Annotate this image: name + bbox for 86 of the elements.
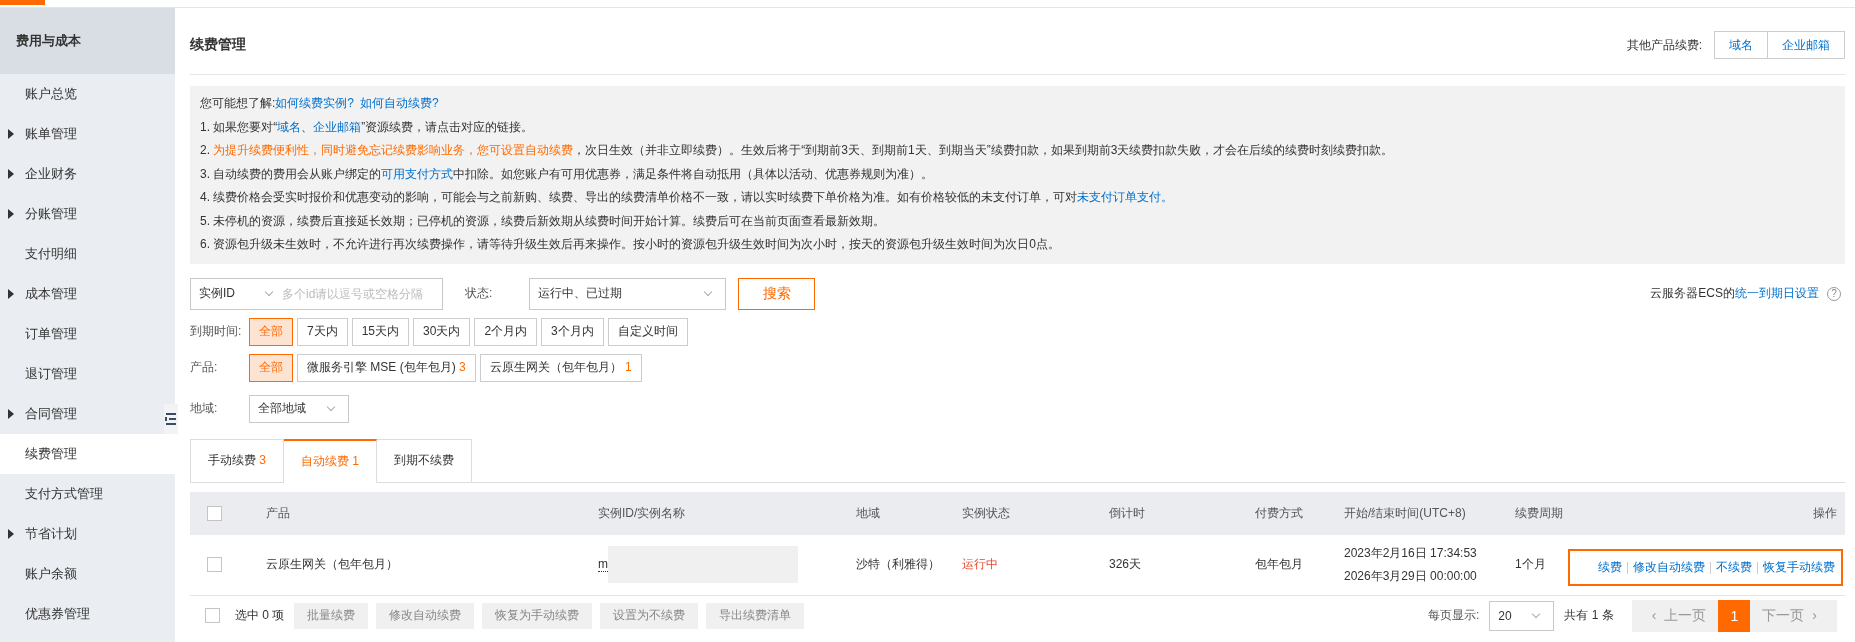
- sidebar-item[interactable]: 支付明细: [0, 234, 175, 274]
- info-line: 您可能想了解:如何续费实例? 如何自动续费?: [200, 95, 440, 112]
- menu-icon: [165, 412, 177, 426]
- sidebar-item[interactable]: 成本管理: [0, 274, 175, 314]
- column-header: 开始/结束时间(UTC+8): [1344, 504, 1466, 522]
- column-header: 产品: [266, 504, 290, 522]
- info-line: 1. 如果您要对“域名、企业邮箱”资源续费，请点击对应的链接。: [200, 118, 535, 136]
- help-link[interactable]: 可用支付方式: [381, 166, 454, 181]
- help-link[interactable]: 如何自动续费?: [360, 96, 439, 110]
- column-header: 倒计时: [1109, 504, 1145, 522]
- expand-icon[interactable]: [8, 409, 14, 419]
- table-cell: 2023年2月16日 17:34:53: [1344, 544, 1477, 562]
- column-header: 实例ID/实例名称: [598, 504, 686, 522]
- ecs-setting-link[interactable]: 统一到期日设置: [1735, 285, 1819, 302]
- info-line: 2. 为提升续费便利性，同时避免忘记续费影响业务，您可设置自动续费，次日生效（并非立即续费）。生效后将于“到期前3天、到期前1天、到期当天”续费扣款，如果到期前3天续费扣款失败，才会在后续的续费时刻续费扣款。: [200, 142, 1395, 159]
- other-products-label: 其他产品续费:: [1626, 36, 1702, 54]
- table-cell: 1个月: [1515, 556, 1546, 573]
- info-line: 3. 自动续费的费用会从账户绑定的可用支付方式中扣除。如您账户有可用优惠券，满足条件将自动抵用（具体以活动、优惠券规则为准）。: [200, 165, 935, 183]
- help-link[interactable]: 如何续费实例?: [275, 96, 355, 110]
- expand-icon[interactable]: [8, 289, 14, 299]
- sidebar-item[interactable]: 续费管理: [0, 434, 175, 474]
- filter-option[interactable]: 3个月内: [541, 317, 604, 346]
- filter-label: 产品:: [190, 359, 219, 376]
- collapse-handle[interactable]: [164, 404, 178, 434]
- info-line: 6. 资源包升级未生效时，不允许进行再次续费操作，请等待升级生效后再来操作。按小时的资源包升级生效时间为次小时，按天的资源包升级生效时间为次日0点。: [200, 236, 1061, 253]
- filter-option[interactable]: 云原生网关（包年包月） 1: [479, 353, 642, 382]
- table-cell: 云原生网关（包年包月）: [266, 556, 398, 573]
- help-link[interactable]: 域名: [277, 119, 302, 134]
- info-line: 5. 未停机的资源，续费后直接延长效期；已停机的资源，续费后新效期从续费时间开始计算。续费后可在当前页面查看最新效期。: [200, 212, 887, 230]
- sidebar-title: 费用与成本: [16, 32, 81, 50]
- filter-option[interactable]: 微服务引擎 MSE (包年包月) 3: [297, 353, 476, 382]
- column-header: 操作: [1813, 504, 1837, 522]
- sidebar-item[interactable]: 订单管理: [0, 314, 175, 354]
- selected-count: 选中 0 项: [235, 607, 285, 624]
- filter-option[interactable]: 30天内: [413, 317, 471, 346]
- product-link-button[interactable]: 企业邮箱: [1768, 31, 1845, 59]
- column-header: 实例状态: [962, 504, 1010, 522]
- page-size-label: 每页显示:: [1427, 607, 1480, 624]
- tab[interactable]: 到期不续费: [377, 438, 473, 482]
- product-link-button[interactable]: 域名: [1714, 31, 1768, 59]
- status-text: 运行中: [962, 556, 998, 573]
- sidebar-item[interactable]: 退订管理: [0, 354, 175, 394]
- filter-label: 地域:: [190, 400, 219, 417]
- ecs-setting-text: 云服务器ECS的: [1650, 285, 1735, 302]
- region-select[interactable]: 全部地域: [249, 394, 349, 423]
- help-link[interactable]: 企业邮箱: [313, 119, 362, 134]
- action-link[interactable]: 恢复手动续费: [1763, 559, 1835, 576]
- column-header: 续费周期: [1515, 504, 1563, 522]
- filter-option[interactable]: 2个月内: [474, 317, 538, 346]
- sidebar-item[interactable]: 账户余额: [0, 554, 175, 594]
- table-cell: 326天: [1109, 556, 1142, 573]
- page-size-select[interactable]: 20: [1489, 600, 1555, 631]
- action-link[interactable]: 修改自动续费: [1633, 559, 1705, 576]
- info-line: 4. 续费价格会受实时报价和优惠变动的影响，可能会与之前新购、续费、导出的续费清单价格不一致，请以实时续费下单价格为准。如有价格较低的未支付订单，可对未支付订单支付。: [200, 189, 1175, 206]
- sidebar-item[interactable]: 账户总览: [0, 74, 175, 114]
- sidebar-item[interactable]: 节省计划: [0, 514, 175, 554]
- table-cell: 沙特（利雅得）: [856, 556, 940, 573]
- total-count: 共有 1 条: [1564, 607, 1614, 624]
- filter-option[interactable]: 7天内: [297, 317, 348, 346]
- checkbox[interactable]: [207, 505, 222, 521]
- filter-label: 到期时间:: [190, 323, 243, 340]
- checkbox[interactable]: [205, 608, 220, 623]
- expand-icon[interactable]: [8, 209, 14, 219]
- filter-option[interactable]: 15天内: [351, 317, 410, 346]
- expand-icon[interactable]: [8, 529, 14, 539]
- filter-option[interactable]: 自定义时间: [607, 317, 688, 346]
- expand-icon[interactable]: [8, 169, 14, 179]
- table-cell: 2026年3月29日 00:00:00: [1344, 567, 1477, 585]
- help-link[interactable]: 未支付订单支付。: [1077, 190, 1174, 204]
- action-link[interactable]: 续费: [1598, 559, 1622, 576]
- brand-bar: [0, 0, 45, 5]
- sidebar-item[interactable]: 分账管理: [0, 194, 175, 234]
- sidebar-item[interactable]: 企业财务: [0, 154, 175, 194]
- column-header: 付费方式: [1255, 504, 1303, 522]
- column-header: 地域: [856, 504, 880, 522]
- sidebar-item[interactable]: 账单管理: [0, 114, 175, 154]
- sidebar-item[interactable]: 支付方式管理: [0, 474, 175, 514]
- table-cell: 包年包月: [1255, 556, 1303, 573]
- checkbox[interactable]: [207, 557, 222, 572]
- expand-icon[interactable]: [8, 129, 14, 139]
- status-label: 状态:: [465, 285, 494, 302]
- tab[interactable]: 手动续费 3: [190, 438, 284, 482]
- status-select[interactable]: 运行中、已过期: [529, 277, 726, 310]
- sidebar-item[interactable]: 优惠券管理: [0, 594, 175, 634]
- page-title: 续费管理: [190, 36, 246, 54]
- action-link[interactable]: 不续费: [1716, 559, 1752, 576]
